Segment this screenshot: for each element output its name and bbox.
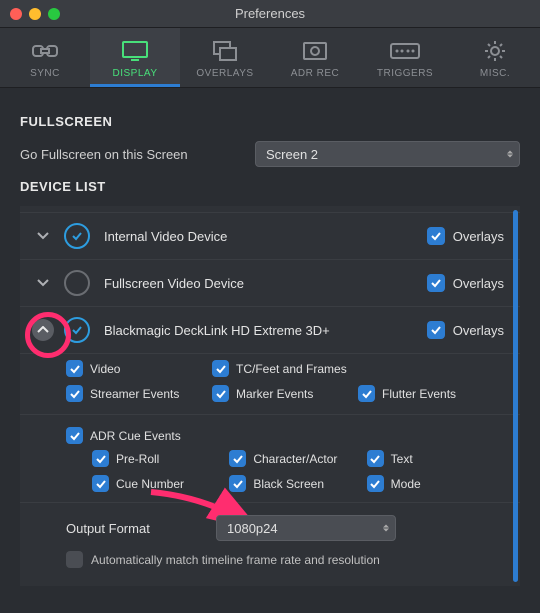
device-options: Video TC/Feet and Frames Streamer Events…: [20, 353, 520, 582]
chevron-updown-icon: [507, 151, 513, 158]
device-name: Blackmagic DeckLink HD Extreme 3D+: [104, 323, 427, 338]
tcfeet-label: TC/Feet and Frames: [236, 362, 347, 376]
device-list: Internal Video Device Overlays Fullscree…: [20, 206, 520, 586]
go-fullscreen-label: Go Fullscreen on this Screen: [20, 147, 255, 162]
mode-checkbox[interactable]: [367, 475, 384, 492]
chevron-updown-icon: [383, 525, 389, 532]
tab-overlays[interactable]: OVERLAYS: [180, 28, 270, 87]
automatch-label: Automatically match timeline frame rate …: [91, 553, 380, 567]
flutter-checkbox[interactable]: [358, 385, 375, 402]
tab-sync-label: SYNC: [30, 68, 60, 79]
cuenum-checkbox[interactable]: [92, 475, 109, 492]
text-checkbox[interactable]: [367, 450, 384, 467]
overlays-icon: [212, 38, 238, 64]
charact-checkbox[interactable]: [229, 450, 246, 467]
device-name: Fullscreen Video Device: [104, 276, 427, 291]
expand-toggle[interactable]: [32, 319, 54, 341]
chevron-up-icon: [38, 327, 48, 332]
overlays-label: Overlays: [453, 276, 504, 291]
tab-sync[interactable]: SYNC: [0, 28, 90, 87]
marker-label: Marker Events: [236, 387, 313, 401]
device-row: Internal Video Device Overlays: [20, 212, 520, 259]
adrcue-checkbox[interactable]: [66, 427, 83, 444]
tab-misc[interactable]: MISC.: [450, 28, 540, 87]
flutter-label: Flutter Events: [382, 387, 456, 401]
device-enable-toggle[interactable]: [64, 223, 90, 249]
tab-triggers[interactable]: TRIGGERS: [360, 28, 450, 87]
overlays-checkbox[interactable]: [427, 227, 445, 245]
check-icon: [73, 327, 81, 333]
tab-overlays-label: OVERLAYS: [196, 68, 253, 79]
fullscreen-section-title: FULLSCREEN: [20, 114, 520, 129]
window-title: Preferences: [0, 6, 540, 21]
black-checkbox[interactable]: [229, 475, 246, 492]
device-row: Fullscreen Video Device Overlays: [20, 259, 520, 306]
gear-icon: [484, 38, 506, 64]
adrcue-label: ADR Cue Events: [90, 429, 181, 443]
scrollbar[interactable]: [513, 210, 518, 582]
triggers-icon: [390, 38, 420, 64]
expand-toggle[interactable]: [32, 272, 54, 294]
zoom-window[interactable]: [48, 8, 60, 20]
tab-adr-rec-label: ADR REC: [291, 68, 340, 79]
output-format-label: Output Format: [66, 521, 216, 536]
overlays-checkbox[interactable]: [427, 321, 445, 339]
mode-label: Mode: [391, 477, 421, 491]
streamer-label: Streamer Events: [90, 387, 179, 401]
divider: [20, 414, 520, 415]
overlays-checkbox[interactable]: [427, 274, 445, 292]
cuenum-label: Cue Number: [116, 477, 184, 491]
close-window[interactable]: [10, 8, 22, 20]
screen-select[interactable]: Screen 2: [255, 141, 520, 167]
divider: [20, 502, 520, 503]
preroll-label: Pre-Roll: [116, 452, 159, 466]
chevron-down-icon: [38, 280, 48, 285]
overlays-label: Overlays: [453, 229, 504, 244]
tab-display-label: DISPLAY: [113, 68, 158, 79]
tab-display[interactable]: DISPLAY: [90, 28, 180, 87]
preroll-checkbox[interactable]: [92, 450, 109, 467]
device-row: Blackmagic DeckLink HD Extreme 3D+ Overl…: [20, 306, 520, 353]
output-format-select[interactable]: 1080p24: [216, 515, 396, 541]
tcfeet-checkbox[interactable]: [212, 360, 229, 377]
black-label: Black Screen: [253, 477, 324, 491]
device-list-section-title: DEVICE LIST: [20, 179, 520, 194]
minimize-window[interactable]: [29, 8, 41, 20]
tab-misc-label: MISC.: [480, 68, 510, 79]
expand-toggle[interactable]: [32, 225, 54, 247]
prefs-tabs: SYNC DISPLAY OVERLAYS ADR REC TRIGGERS M…: [0, 28, 540, 88]
check-icon: [73, 233, 81, 239]
marker-checkbox[interactable]: [212, 385, 229, 402]
overlays-label: Overlays: [453, 323, 504, 338]
sync-icon: [32, 38, 58, 64]
screen-select-value: Screen 2: [266, 147, 318, 162]
text-label: Text: [391, 452, 413, 466]
video-checkbox[interactable]: [66, 360, 83, 377]
output-format-value: 1080p24: [227, 521, 278, 536]
streamer-checkbox[interactable]: [66, 385, 83, 402]
chevron-down-icon: [38, 233, 48, 238]
adr-rec-icon: [302, 38, 328, 64]
device-enable-toggle[interactable]: [64, 270, 90, 296]
automatch-checkbox[interactable]: [66, 551, 83, 568]
display-icon: [121, 38, 149, 64]
device-name: Internal Video Device: [104, 229, 427, 244]
video-label: Video: [90, 362, 120, 376]
charact-label: Character/Actor: [253, 452, 337, 466]
tab-triggers-label: TRIGGERS: [377, 68, 433, 79]
tab-adr-rec[interactable]: ADR REC: [270, 28, 360, 87]
